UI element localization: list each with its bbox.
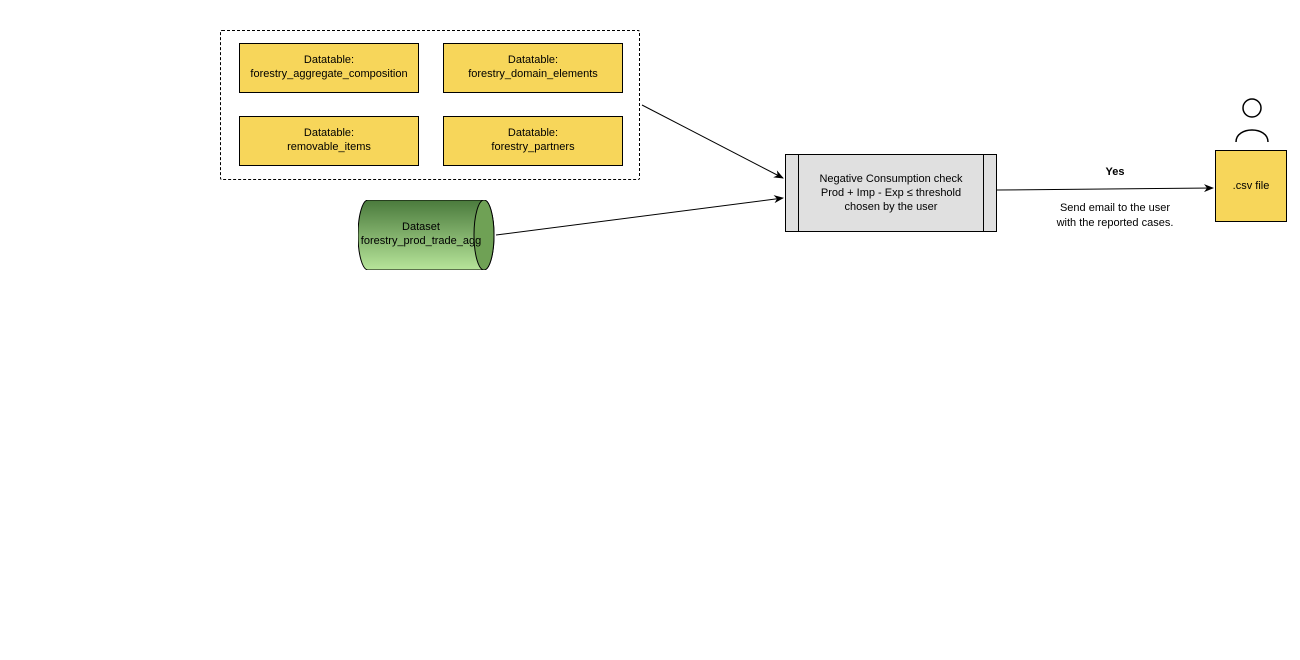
process-line: chosen by the user <box>845 200 938 214</box>
datatable-name: removable_items <box>287 141 371 155</box>
user-icon <box>1232 96 1272 144</box>
edge-label-yes: Yes Send email to the user with the repo… <box>1035 165 1195 230</box>
process-line: Prod + Imp - Exp ≤ threshold <box>821 186 961 200</box>
edge-send-line: Send email to the user <box>1060 202 1170 214</box>
datatable-prefix: Datatable: <box>304 54 354 68</box>
datatable-name: forestry_partners <box>491 141 574 155</box>
datatable-name: forestry_domain_elements <box>468 68 598 82</box>
output-label: .csv file <box>1233 180 1270 192</box>
arrows-layer <box>0 0 1300 660</box>
process-negative-consumption-check: Negative Consumption check Prod + Imp - … <box>785 154 997 232</box>
datatable-prefix: Datatable: <box>508 127 558 141</box>
dataset-name: forestry_prod_trade_agg <box>361 235 481 249</box>
datatable-group: Datatable: forestry_aggregate_compositio… <box>220 30 640 180</box>
datatable-name: forestry_aggregate_composition <box>250 68 407 82</box>
datatable-prefix: Datatable: <box>304 127 354 141</box>
process-line: Negative Consumption check <box>819 172 962 186</box>
dataset-cylinder: Dataset forestry_prod_trade_agg <box>358 200 498 270</box>
datatable-prefix: Datatable: <box>508 54 558 68</box>
edge-send-line: with the reported cases. <box>1057 217 1174 229</box>
datatable-forestry-aggregate-composition: Datatable: forestry_aggregate_compositio… <box>239 43 419 93</box>
datatable-forestry-domain-elements: Datatable: forestry_domain_elements <box>443 43 623 93</box>
output-csv-file: .csv file <box>1215 150 1287 222</box>
datatable-forestry-partners: Datatable: forestry_partners <box>443 116 623 166</box>
edge-yes: Yes <box>1035 165 1195 179</box>
datatable-removable-items: Datatable: removable_items <box>239 116 419 166</box>
diagram-canvas: Datatable: forestry_aggregate_compositio… <box>0 0 1300 660</box>
dataset-prefix: Dataset <box>402 221 440 235</box>
